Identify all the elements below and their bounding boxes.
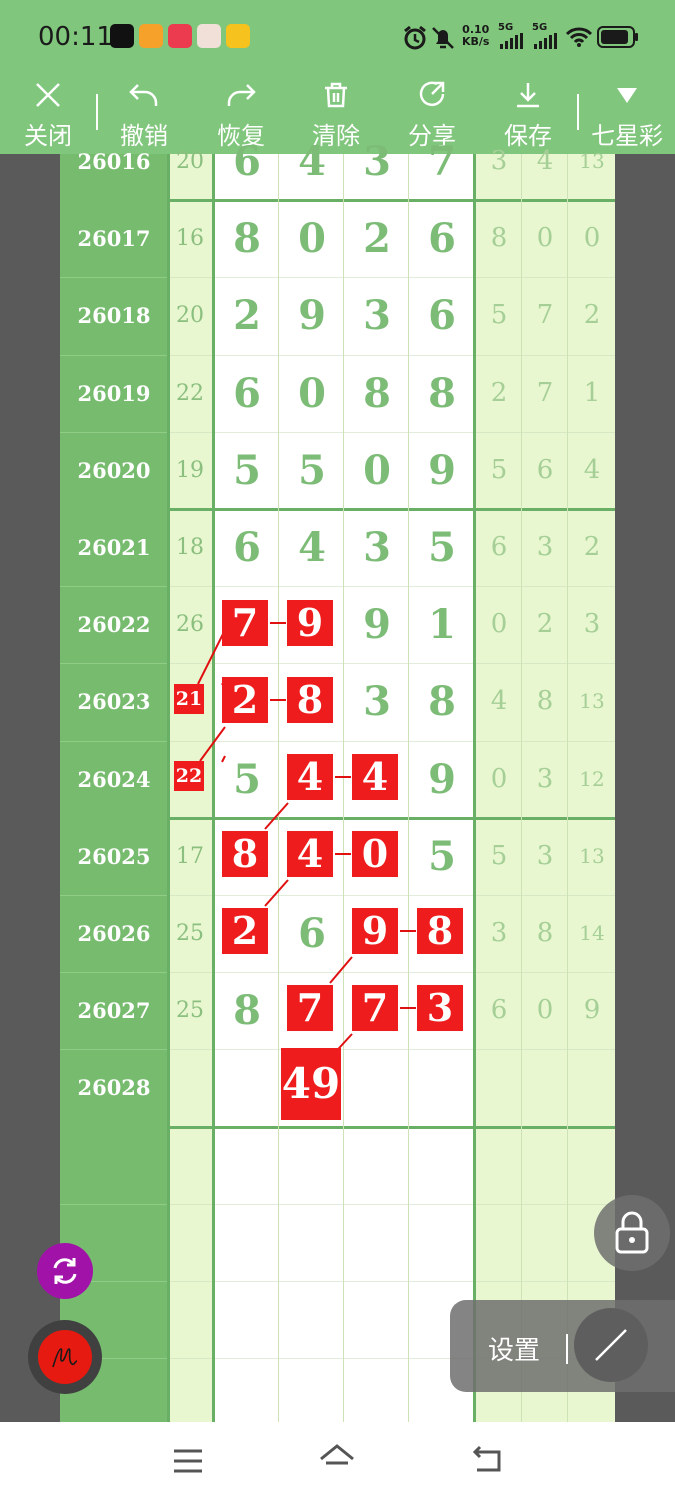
settings-panel: 设置 [450,1300,675,1392]
connector-line [197,633,224,685]
highlight-digit: 7 [287,985,333,1031]
highlight-digit: 7 [352,985,398,1031]
refresh-icon [53,1258,77,1284]
highlight-digit: 2 [222,908,268,954]
signal-bars-icon [500,33,523,49]
connector-line [199,726,226,762]
connector-line [221,755,226,763]
trash-icon [325,82,347,108]
line-tool-icon [595,1329,627,1361]
tiktok-notification-icon [110,24,134,48]
wifi-icon [565,27,593,47]
system-navigation-bar [0,1422,675,1500]
redo-icon [227,84,256,106]
battery-icon [597,26,638,48]
home-icon[interactable] [318,1442,356,1476]
settings-button[interactable]: 设置 [488,1330,540,1367]
lock-button[interactable] [594,1195,670,1271]
highlight-digit: 0 [352,831,398,877]
yellow-app-notification-icon [226,24,250,48]
highlight-sum-21: 21 [174,684,204,714]
highlight-sum-22: 22 [174,761,204,791]
pen-button[interactable] [38,1330,92,1384]
back-icon[interactable] [472,1444,504,1474]
highlight-digit: 8 [287,677,333,723]
trend-connector-lines [197,622,416,1059]
refresh-button[interactable] [37,1243,93,1299]
settings-divider [566,1334,568,1364]
line-tool-button[interactable] [574,1308,648,1382]
highlight-digit: 9 [287,600,333,646]
mute-icon [432,27,454,49]
highlight-digit: 9 [352,908,398,954]
highlight-digit: 8 [222,831,268,877]
triangle-down-icon [617,88,637,103]
lock-icon [615,1211,649,1254]
highlight-digit: 8 [417,908,463,954]
connector-line [264,879,289,907]
net-speed: 0.10 KB/s [462,23,490,48]
prediction-box: 49 [281,1048,341,1120]
highlight-digit: 7 [222,600,268,646]
connector-line [264,802,289,830]
highlight-digit: 4 [287,754,333,800]
signal-label-1: 5G [498,22,514,33]
video-app-notification-icon [139,24,163,48]
menu-icon[interactable] [172,1448,204,1474]
signal-bars-icon [534,33,557,49]
avatar-app-notification-icon [197,24,221,48]
close-icon [36,83,60,107]
signal-label-2: 5G [532,22,548,33]
download-icon [517,83,539,108]
highlight-digit: 4 [287,831,333,877]
highlight-digit: 2 [222,677,268,723]
shopping-app-notification-icon [168,24,192,48]
connector-line [329,956,353,984]
alarm-icon [404,25,426,50]
status-bar: 00:11 0.10 KB/s 5G 5G [0,0,675,74]
share-icon [419,81,445,107]
status-time: 00:11 [38,22,113,52]
lottery-trend-sheet: 26016 20 6 4 3 7 3 4 13 26017 16 8 0 2 6 8 0 0 26018 20 2 9 3 6… [60,138,615,1422]
pen-icon [52,1348,78,1368]
undo-icon [129,84,158,106]
highlight-digit: 3 [417,985,463,1031]
highlight-digit: 4 [352,754,398,800]
